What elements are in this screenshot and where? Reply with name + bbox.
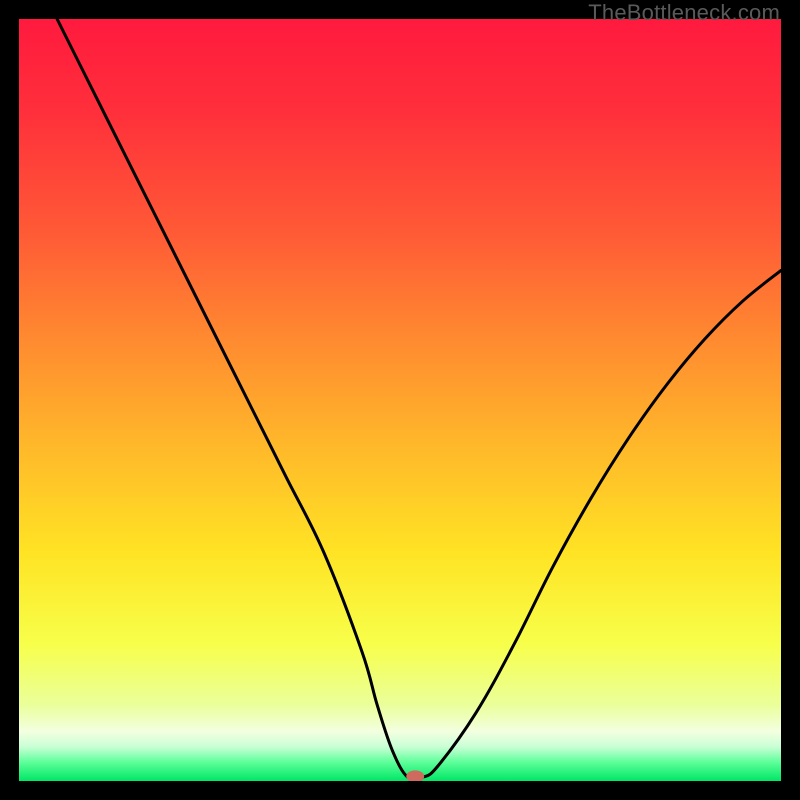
watermark-label: TheBottleneck.com <box>588 0 780 26</box>
plot-svg <box>19 19 781 781</box>
chart-frame <box>19 19 781 781</box>
gradient-background <box>19 19 781 781</box>
